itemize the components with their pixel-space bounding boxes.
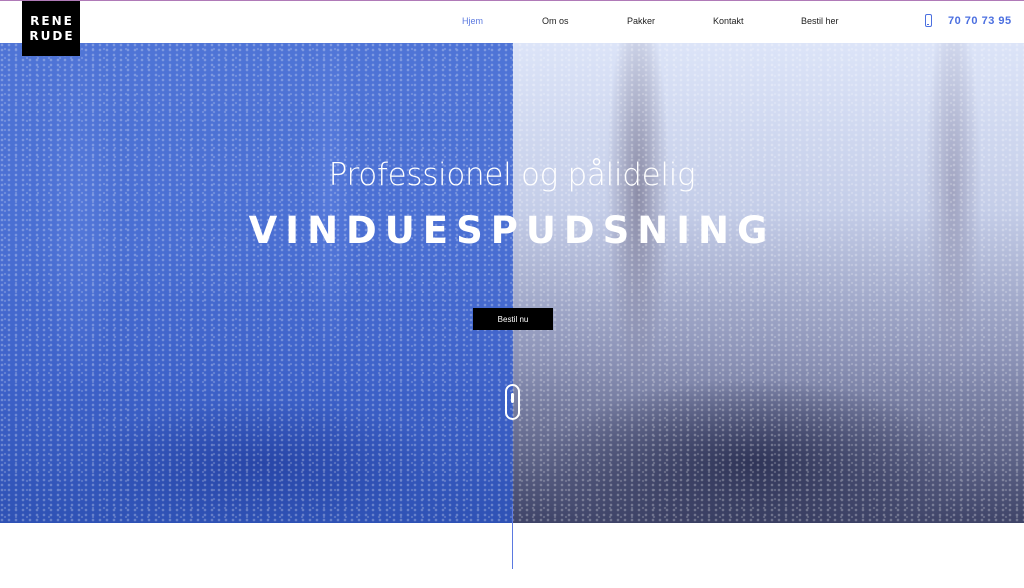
nav-item-hjem[interactable]: Hjem	[462, 16, 483, 26]
hero-title: VINDUESPUDSNING	[248, 209, 776, 252]
phone-icon	[925, 14, 932, 27]
scroll-dot	[511, 393, 514, 403]
hero-foam-texture	[0, 43, 1024, 523]
site-header: Hjem Om os Pakker Kontakt Bestil her 70 …	[0, 1, 1024, 43]
logo-line-1: RENE	[30, 13, 74, 28]
hero-section: Professionel og pålidelig VINDUESPUDSNIN…	[0, 43, 1024, 523]
book-now-button[interactable]: Bestil nu	[473, 308, 553, 330]
hero-subtitle: Professionel og pålidelig	[328, 157, 696, 193]
scroll-down-icon[interactable]	[505, 384, 520, 420]
nav-item-kontakt[interactable]: Kontakt	[713, 16, 744, 26]
nav-item-om-os[interactable]: Om os	[542, 16, 569, 26]
phone-number: 70 70 73 95	[948, 14, 1012, 27]
nav-item-bestil-her[interactable]: Bestil her	[801, 16, 839, 26]
section-divider-line	[512, 505, 513, 569]
logo[interactable]: RENE RUDE	[22, 1, 80, 56]
phone-link[interactable]: 70 70 73 95	[925, 14, 1012, 27]
nav-item-pakker[interactable]: Pakker	[627, 16, 655, 26]
logo-line-2: RUDE	[29, 28, 75, 43]
